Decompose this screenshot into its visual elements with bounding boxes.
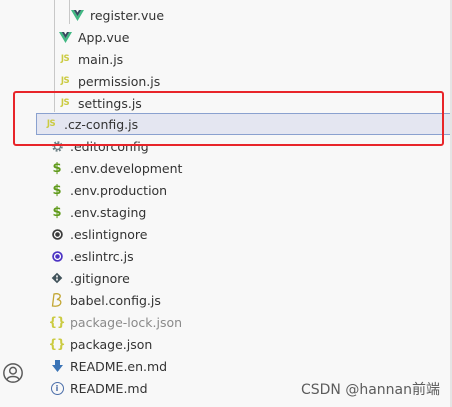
eslint-icon (50, 249, 64, 263)
file-item-env-development[interactable]: $ .env.development (36, 157, 452, 179)
vue-icon (70, 8, 84, 22)
vue-icon (58, 30, 72, 44)
file-label: .eslintrc.js (70, 248, 134, 264)
file-item-package-json[interactable]: {} package.json (36, 333, 452, 355)
file-label: .eslintignore (70, 226, 148, 242)
watermark: CSDN @hannan前端 (300, 382, 440, 398)
dollar-icon: $ (52, 182, 62, 198)
info-icon-glyph: i (50, 381, 64, 395)
file-item-readme-en-md[interactable]: README.en.md (36, 355, 452, 377)
file-item-package-lock-json[interactable]: {} package-lock.json (36, 311, 452, 333)
file-item-editorconfig[interactable]: .editorconfig (36, 135, 452, 157)
dollar-icon: $ (52, 204, 62, 220)
file-item-app-vue[interactable]: App.vue (36, 26, 452, 48)
file-item-eslintrc-js[interactable]: .eslintrc.js (36, 245, 452, 267)
file-label: .cz-config.js (64, 116, 139, 132)
file-label: App.vue (78, 29, 130, 45)
file-label: .gitignore (70, 270, 130, 286)
file-item-main-js[interactable]: JS main.js (36, 48, 452, 70)
file-item-register-vue[interactable]: register.vue (36, 4, 452, 26)
file-label: package.json (70, 336, 153, 352)
file-label: .env.development (70, 160, 183, 176)
file-item-cz-config-js[interactable]: JS .cz-config.js (36, 113, 452, 135)
git-icon (50, 271, 64, 285)
js-icon: JS (60, 76, 70, 86)
activity-bar (0, 0, 34, 407)
file-label: permission.js (78, 73, 161, 89)
js-icon: JS (46, 119, 56, 129)
file-label: .env.staging (70, 204, 147, 220)
file-item-eslintignore[interactable]: .eslintignore (36, 223, 452, 245)
file-item-env-staging[interactable]: $ .env.staging (36, 201, 452, 223)
account-icon[interactable] (2, 362, 24, 384)
file-item-settings-js[interactable]: JS settings.js (36, 92, 452, 114)
file-label: register.vue (90, 7, 165, 23)
gear-icon (50, 139, 64, 153)
file-item-babel-config-js[interactable]: babel.config.js (36, 289, 452, 311)
json-icon: {} (48, 315, 66, 329)
file-item-permission-js[interactable]: JS permission.js (36, 70, 452, 92)
info-icon: i (50, 381, 64, 395)
dollar-icon: $ (52, 160, 62, 176)
json-icon: {} (48, 337, 66, 351)
file-label: babel.config.js (70, 292, 161, 308)
file-label: README.md (70, 380, 148, 396)
js-icon: JS (60, 98, 70, 108)
file-label: settings.js (78, 95, 142, 111)
file-label: .env.production (70, 182, 168, 198)
file-label: .editorconfig (70, 138, 149, 154)
eslint-icon (50, 227, 64, 241)
download-arrow-icon (50, 359, 64, 373)
js-icon: JS (60, 54, 70, 64)
file-label: README.en.md (70, 358, 168, 374)
file-label: main.js (78, 51, 124, 67)
file-item-env-production[interactable]: $ .env.production (36, 179, 452, 201)
babel-icon (50, 293, 64, 307)
file-label: package-lock.json (70, 314, 183, 330)
file-item-gitignore[interactable]: .gitignore (36, 267, 452, 289)
